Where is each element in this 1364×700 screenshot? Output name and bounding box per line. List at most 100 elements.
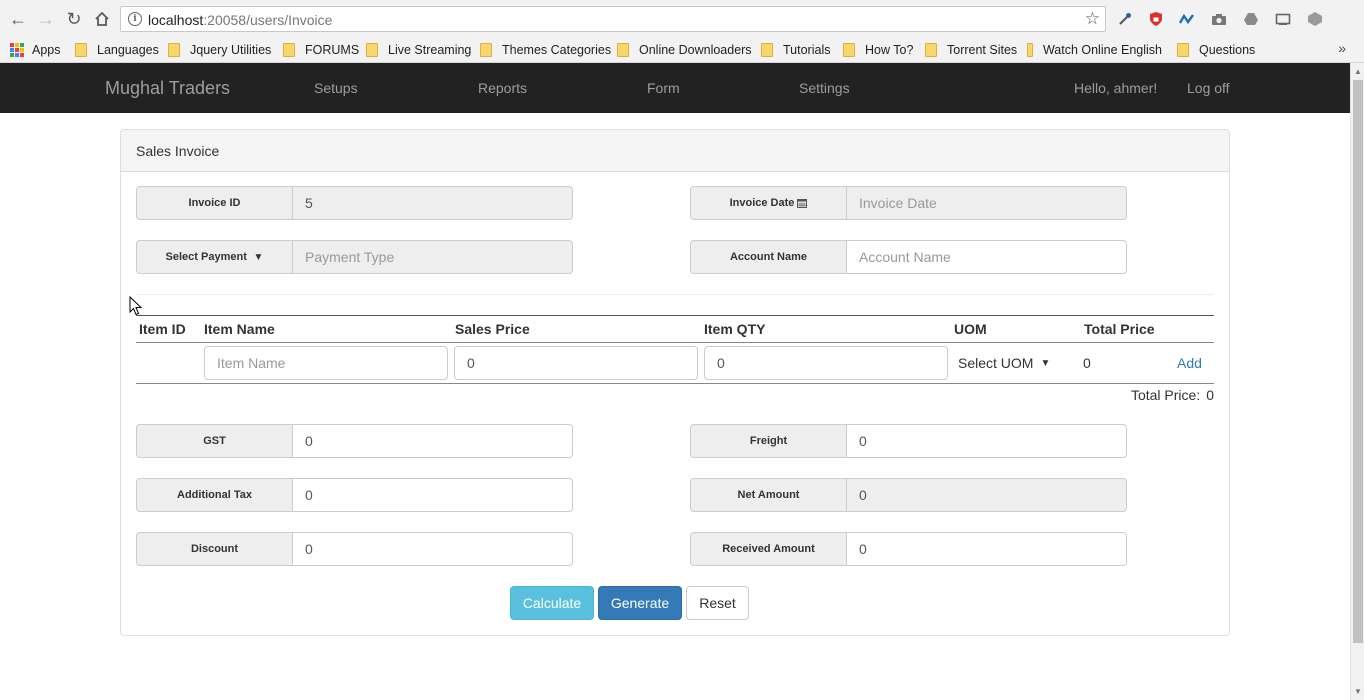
folder-icon — [1027, 43, 1033, 57]
address-bar[interactable]: i localhost:20058/users/Invoice ☆ — [120, 6, 1106, 32]
item-qty-input[interactable] — [704, 346, 948, 380]
bookmark-themes-categories[interactable]: Themes Categories — [480, 41, 611, 59]
panel-title: Sales Invoice — [136, 143, 220, 159]
gst-group: GST — [136, 424, 573, 458]
invoice-date-label: Invoice Date — [729, 197, 795, 209]
apps-grid-icon — [10, 43, 24, 57]
folder-icon — [617, 43, 629, 57]
uom-select[interactable]: Select UOM ▼ — [958, 355, 1050, 371]
folder-icon — [283, 43, 295, 57]
scroll-down-icon[interactable]: ▼ — [1354, 687, 1362, 696]
net-amount-input[interactable] — [847, 478, 1127, 512]
sales-price-input[interactable] — [454, 346, 698, 380]
table-header-border — [136, 342, 1214, 343]
invoice-date-input[interactable] — [847, 186, 1127, 220]
add-item-link[interactable]: Add — [1177, 355, 1202, 371]
wave-icon[interactable] — [1177, 9, 1197, 29]
uom-select-label: Select UOM — [958, 355, 1034, 371]
bookmarks-bar: Apps Languages Jquery Utilities FORUMS L… — [0, 37, 1364, 63]
app-navbar: Mughal Traders Setups Reports Form Setti… — [0, 63, 1350, 113]
nav-form[interactable]: Form — [647, 80, 680, 96]
user-greeting[interactable]: Hello, ahmer! — [1074, 80, 1157, 96]
generate-button[interactable]: Generate — [598, 586, 682, 620]
th-uom: UOM — [954, 321, 987, 337]
received-amount-input[interactable] — [847, 532, 1127, 566]
received-amount-group: Received Amount — [690, 532, 1127, 566]
additional-tax-label: Additional Tax — [136, 478, 293, 512]
folder-icon — [1177, 43, 1189, 57]
bookmarks-overflow-icon[interactable]: » — [1338, 40, 1346, 56]
folder-icon — [843, 43, 855, 57]
bookmark-torrent-sites[interactable]: Torrent Sites — [925, 41, 1017, 59]
nav-setups[interactable]: Setups — [314, 80, 358, 96]
folder-icon — [168, 43, 180, 57]
th-total-price: Total Price — [1084, 321, 1155, 337]
scroll-up-icon[interactable]: ▲ — [1354, 67, 1362, 76]
bookmark-how-to[interactable]: How To? — [843, 41, 913, 59]
brand-link[interactable]: Mughal Traders — [105, 78, 230, 99]
page-scrollbar[interactable]: ▲ ▼ — [1350, 63, 1364, 700]
account-name-label: Account Name — [690, 240, 847, 274]
invoice-date-group: Invoice Date — [690, 186, 1127, 220]
home-icon[interactable] — [91, 8, 113, 30]
bookmark-apps[interactable]: Apps — [10, 41, 61, 59]
star-icon[interactable]: ☆ — [1085, 9, 1100, 29]
item-name-input[interactable] — [204, 346, 448, 380]
folder-icon — [925, 43, 937, 57]
invoice-date-addon: Invoice Date — [690, 186, 847, 220]
payment-type-input[interactable] — [293, 240, 573, 274]
reset-button[interactable]: Reset — [686, 586, 749, 620]
calendar-icon — [797, 198, 808, 208]
account-name-group: Account Name — [690, 240, 1127, 274]
info-icon[interactable]: i — [128, 12, 142, 26]
bookmark-live-streaming[interactable]: Live Streaming — [366, 41, 471, 59]
additional-tax-input[interactable] — [293, 478, 573, 512]
th-item-qty: Item QTY — [704, 321, 766, 337]
bookmark-forums[interactable]: FORUMS — [283, 41, 359, 59]
back-icon[interactable]: ← — [7, 8, 29, 30]
received-amount-label: Received Amount — [690, 532, 847, 566]
freight-input[interactable] — [847, 424, 1127, 458]
nav-settings[interactable]: Settings — [799, 80, 850, 96]
logoff-link[interactable]: Log off — [1187, 80, 1230, 96]
row-total-price: 0 — [1083, 355, 1091, 371]
camera-icon[interactable] — [1209, 9, 1229, 29]
th-item-name: Item Name — [204, 321, 275, 337]
url-text: localhost:20058/users/Invoice — [148, 12, 333, 28]
select-payment-type-dropdown[interactable]: Select Payment T ▼ — [136, 240, 293, 274]
folder-icon — [75, 43, 87, 57]
bookmark-online-downloaders[interactable]: Online Downloaders — [617, 41, 752, 59]
nav-reports[interactable]: Reports — [478, 80, 527, 96]
payment-type-group: Select Payment T ▼ — [136, 240, 573, 274]
scrollbar-thumb[interactable] — [1353, 80, 1363, 643]
cast-icon[interactable] — [1273, 9, 1293, 29]
eyedropper-icon[interactable] — [1115, 9, 1135, 29]
bookmark-watch-online-english[interactable]: Watch Online English — [1027, 41, 1162, 59]
folder-icon — [366, 43, 378, 57]
cube-icon[interactable] — [1305, 9, 1325, 29]
reload-icon[interactable]: ↻ — [63, 8, 85, 30]
bookmark-jquery-utilities[interactable]: Jquery Utilities — [168, 41, 271, 59]
invoice-id-input[interactable] — [293, 186, 573, 220]
drive-icon[interactable] — [1241, 9, 1261, 29]
browser-toolbar: ← → ↻ i localhost:20058/users/Invoice ☆ — [0, 0, 1364, 37]
forward-icon[interactable]: → — [35, 8, 57, 30]
table-top-border — [136, 315, 1214, 316]
calculate-button[interactable]: Calculate — [510, 586, 594, 620]
panel-heading: Sales Invoice — [121, 130, 1229, 172]
bookmark-tutorials[interactable]: Tutorials — [761, 41, 830, 59]
bookmark-languages[interactable]: Languages — [75, 41, 159, 59]
invoice-id-group: Invoice ID — [136, 186, 573, 220]
shield-icon[interactable] — [1146, 9, 1166, 29]
total-price-value: 0 — [1206, 387, 1214, 403]
caret-down-icon: ▼ — [253, 251, 264, 263]
discount-input[interactable] — [293, 532, 573, 566]
net-amount-label: Net Amount — [690, 478, 847, 512]
net-amount-group: Net Amount — [690, 478, 1127, 512]
th-sales-price: Sales Price — [455, 321, 530, 337]
bookmark-questions[interactable]: Questions — [1177, 41, 1255, 59]
account-name-input[interactable] — [847, 240, 1127, 274]
invoice-id-label: Invoice ID — [136, 186, 293, 220]
table-bottom-border — [136, 383, 1214, 384]
gst-input[interactable] — [293, 424, 573, 458]
